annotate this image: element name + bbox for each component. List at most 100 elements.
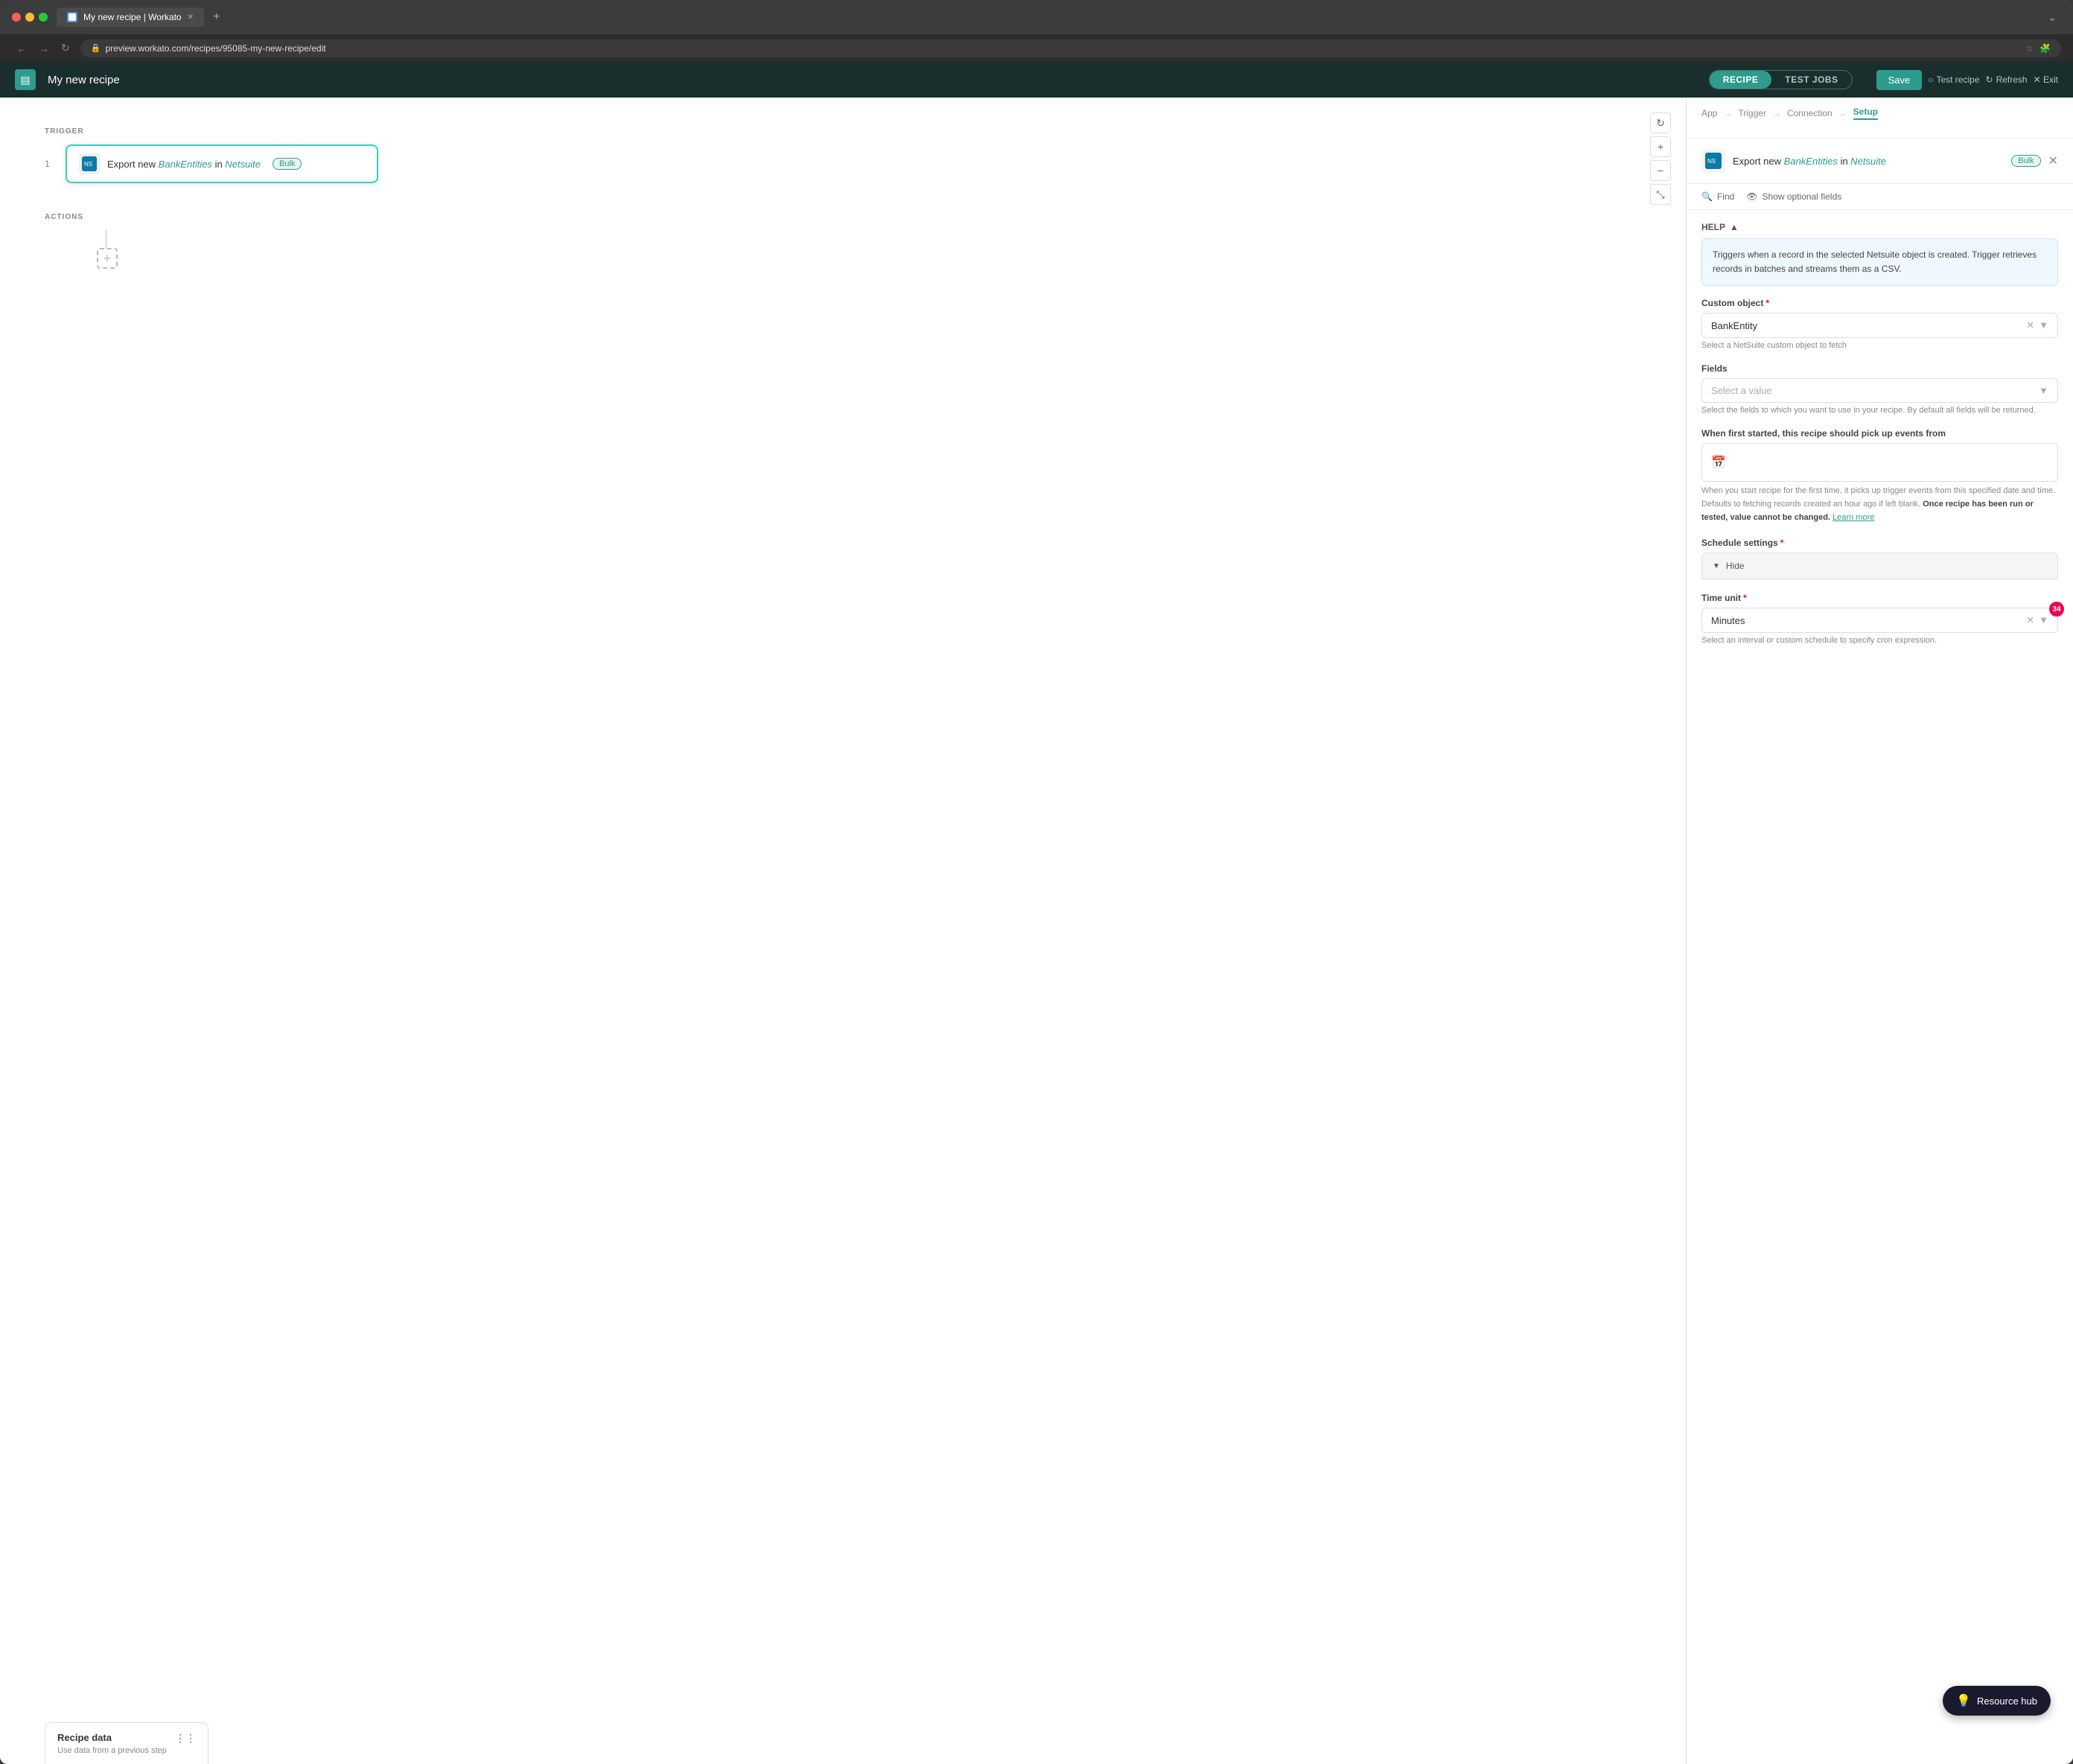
close-traffic-light[interactable] — [12, 13, 21, 22]
notification-badge: 34 — [2049, 602, 2064, 617]
zoom-in-button[interactable]: + — [1650, 136, 1671, 157]
find-button[interactable]: 🔍 Find — [1701, 191, 1734, 202]
recipe-data-title: Recipe data ⋮⋮ — [57, 1732, 196, 1745]
trigger-card[interactable]: NS Export new BankEntities in Netsuite B… — [66, 144, 378, 183]
resource-hub-button[interactable]: 💡 Resource hub — [1943, 1686, 2051, 1716]
expand-button[interactable]: ⤡ — [1650, 184, 1671, 205]
schedule-required-indicator: * — [1780, 538, 1784, 548]
breadcrumb: App → Trigger → Connection → Setup — [1701, 106, 2058, 120]
tab-close-button[interactable]: ✕ — [188, 13, 194, 22]
bookmark-icon[interactable]: ☆ — [2025, 43, 2034, 54]
trigger-header-icon: NS — [1701, 149, 1725, 173]
tab-test-jobs[interactable]: TEST JOBS — [1771, 71, 1851, 89]
custom-object-value: BankEntity — [1711, 320, 1757, 331]
recipe-data-subtitle: Use data from a previous step — [57, 1746, 196, 1755]
time-unit-field: Time unit * Minutes ✕ ▼ 34 Sele — [1701, 593, 2058, 645]
add-step-button[interactable]: + — [97, 248, 118, 269]
bank-entities-link[interactable]: BankEntities — [159, 159, 212, 170]
help-section: HELP ▲ Triggers when a record in the sel… — [1701, 222, 2058, 286]
when-started-input[interactable]: 📅 — [1701, 443, 2058, 482]
logo-icon: ▤ — [20, 74, 30, 86]
step-number: 1 — [45, 159, 57, 169]
fields-label: Fields — [1701, 363, 2058, 374]
save-button[interactable]: Save — [1876, 70, 1923, 90]
browser-titlebar: My new recipe | Workato ✕ + ⌄ — [0, 0, 2073, 34]
help-toggle[interactable]: HELP ▲ — [1701, 222, 2058, 232]
required-indicator: * — [1765, 298, 1769, 308]
breadcrumb-app[interactable]: App — [1701, 108, 1717, 118]
test-recipe-button[interactable]: ○ Test recipe — [1928, 74, 1979, 85]
search-icon: 🔍 — [1701, 191, 1713, 202]
tab-recipe[interactable]: RECIPE — [1710, 71, 1772, 89]
traffic-lights — [12, 13, 48, 22]
time-unit-hint: Select an interval or custom schedule to… — [1701, 636, 2058, 645]
time-unit-label: Time unit * — [1701, 593, 2058, 603]
refresh-canvas-button[interactable]: ↻ — [1650, 112, 1671, 133]
panel-body: HELP ▲ Triggers when a record in the sel… — [1687, 210, 2073, 1764]
close-panel-button[interactable]: ✕ — [2048, 153, 2058, 168]
address-bar-row: ← → ↻ 🔒 preview.workato.com/recipes/9508… — [0, 34, 2073, 62]
browser-window: My new recipe | Workato ✕ + ⌄ ← → ↻ 🔒 pr… — [0, 0, 2073, 1764]
time-unit-icons: ✕ ▼ — [2026, 614, 2048, 626]
minimize-traffic-light[interactable] — [25, 13, 34, 22]
trigger-node: 1 NS Export new BankEntities in Netsuite… — [45, 144, 1641, 183]
reload-button[interactable]: ↻ — [57, 39, 74, 57]
time-unit-select[interactable]: Minutes ✕ ▼ — [1701, 608, 2058, 633]
right-panel-header: App → Trigger → Connection → Setup — [1687, 98, 2073, 138]
resource-hub-label: Resource hub — [1977, 1695, 2037, 1707]
drag-handle[interactable]: ⋮⋮ — [175, 1732, 196, 1745]
breadcrumb-connection[interactable]: Connection — [1787, 108, 1832, 118]
refresh-icon: ↻ — [1986, 74, 1993, 85]
select-icons: ✕ ▼ — [2026, 319, 2048, 331]
url-text: preview.workato.com/recipes/95085-my-new… — [105, 43, 325, 54]
extensions-icon[interactable]: 🧩 — [2039, 43, 2051, 54]
tab-favicon — [67, 12, 77, 22]
trigger-area: TRIGGER 1 NS Export new BankEntities in … — [0, 98, 1686, 213]
test-icon: ○ — [1928, 74, 1933, 85]
breadcrumb-setup[interactable]: Setup — [1853, 106, 1878, 120]
app-header: ▤ My new recipe RECIPE TEST JOBS Save ○ … — [0, 62, 2073, 98]
custom-object-field: Custom object * BankEntity ✕ ▼ Select a … — [1701, 298, 2058, 350]
zoom-out-button[interactable]: − — [1650, 160, 1671, 181]
rp-app-link[interactable]: Netsuite — [1850, 156, 1886, 167]
when-started-section: When first started, this recipe should p… — [1701, 428, 2058, 524]
right-panel: App → Trigger → Connection → Setup NS Ex… — [1686, 98, 2073, 1764]
header-actions: Save ○ Test recipe ↻ Refresh ✕ Exit — [1876, 70, 2058, 90]
rp-entity-link[interactable]: BankEntities — [1784, 156, 1838, 167]
forward-button[interactable]: → — [34, 39, 54, 57]
schedule-toggle[interactable]: ▼ Hide — [1701, 553, 2058, 579]
canvas-area: ↻ + − ⤡ TRIGGER 1 NS Export new BankEnti… — [0, 98, 1686, 1764]
maximize-traffic-light[interactable] — [39, 13, 48, 22]
chevron-up-icon: ▲ — [1730, 222, 1739, 232]
netsuite-link[interactable]: Netsuite — [225, 159, 261, 170]
custom-object-label: Custom object * — [1701, 298, 2058, 308]
active-browser-tab[interactable]: My new recipe | Workato ✕ — [57, 7, 204, 27]
time-unit-clear-icon[interactable]: ✕ — [2026, 614, 2034, 626]
clear-icon[interactable]: ✕ — [2026, 319, 2034, 331]
trigger-card-text: Export new BankEntities in Netsuite — [107, 159, 261, 170]
back-button[interactable]: ← — [12, 39, 31, 57]
actions-connector: + — [45, 230, 1641, 269]
show-optional-fields-button[interactable]: 👁 Show optional fields — [1746, 191, 1841, 202]
address-bar-icons: ☆ 🧩 — [2025, 43, 2051, 54]
fields-chevron-down-icon[interactable]: ▼ — [2039, 385, 2048, 396]
exit-button[interactable]: ✕ Exit — [2034, 74, 2058, 85]
custom-object-select[interactable]: BankEntity ✕ ▼ — [1701, 313, 2058, 338]
nav-buttons: ← → ↻ — [12, 39, 74, 57]
window-minimize-icon[interactable]: ⌄ — [2043, 8, 2061, 27]
refresh-button[interactable]: ↻ Refresh — [1986, 74, 2028, 85]
time-unit-value: Minutes — [1711, 615, 1745, 626]
actions-area: ACTIONS + — [0, 213, 1686, 284]
right-panel-trigger-header: NS Export new BankEntities in Netsuite B… — [1687, 138, 2073, 184]
chevron-down-toggle-icon: ▼ — [1713, 562, 1720, 570]
fields-select[interactable]: Select a value ▼ — [1701, 378, 2058, 403]
svg-text:NS: NS — [1707, 158, 1716, 165]
breadcrumb-trigger[interactable]: Trigger — [1738, 108, 1766, 118]
learn-more-link[interactable]: Learn more — [1832, 513, 1874, 522]
schedule-settings-label: Schedule settings * — [1701, 538, 2058, 548]
time-unit-chevron-icon[interactable]: ▼ — [2039, 614, 2048, 626]
chevron-down-icon[interactable]: ▼ — [2039, 319, 2048, 331]
address-bar[interactable]: 🔒 preview.workato.com/recipes/95085-my-n… — [80, 39, 2061, 57]
tab-title: My new recipe | Workato — [83, 12, 182, 22]
new-tab-button[interactable]: + — [210, 7, 223, 27]
